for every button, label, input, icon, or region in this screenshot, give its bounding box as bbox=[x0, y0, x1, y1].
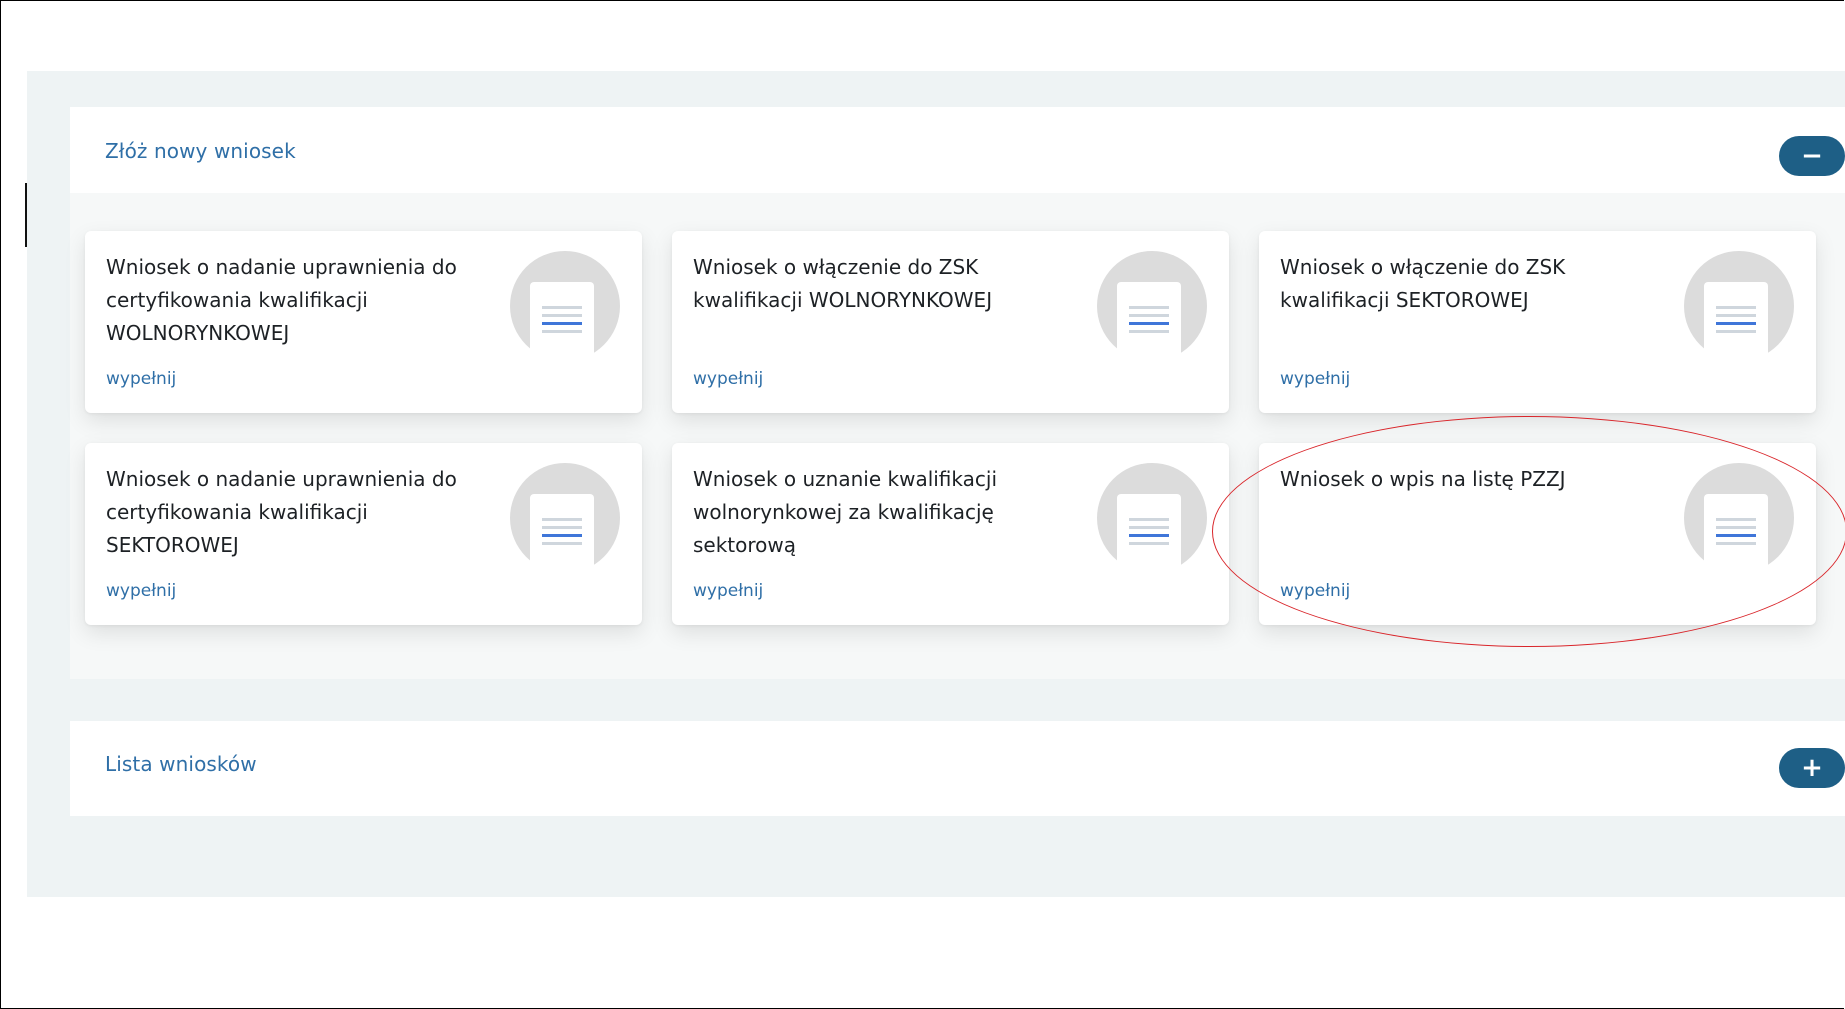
card-title: Wniosek o włączenie do ZSK kwalifikacji … bbox=[1280, 255, 1566, 312]
application-card[interactable]: Wniosek o nadanie uprawnienia do certyfi… bbox=[85, 231, 642, 413]
application-card[interactable]: Wniosek o włączenie do ZSK kwalifikacji … bbox=[672, 231, 1229, 413]
application-list-panel: Lista wniosków + bbox=[70, 721, 1845, 816]
new-application-panel-header: Złóż nowy wniosek − bbox=[70, 107, 1845, 193]
application-card[interactable]: Wniosek o nadanie uprawnienia do certyfi… bbox=[85, 443, 642, 625]
document-icon bbox=[1097, 251, 1207, 362]
card-title: Wniosek o uznanie kwalifikacji wolnorynk… bbox=[693, 467, 998, 557]
new-application-panel: Złóż nowy wniosek − Wniosek o nadanie up… bbox=[70, 107, 1845, 679]
document-icon bbox=[1684, 251, 1794, 362]
expand-button[interactable]: + bbox=[1779, 748, 1845, 788]
fill-link[interactable]: wypełnij bbox=[106, 369, 176, 389]
collapse-button[interactable]: − bbox=[1779, 136, 1845, 176]
application-card[interactable]: Wniosek o włączenie do ZSK kwalifikacji … bbox=[1259, 231, 1816, 413]
document-icon bbox=[1684, 463, 1794, 574]
document-icon bbox=[510, 463, 620, 574]
application-card[interactable]: Wniosek o wpis na listę PZZJ wypełnij bbox=[1259, 443, 1816, 625]
card-title: Wniosek o wpis na listę PZZJ bbox=[1280, 467, 1566, 491]
fill-link[interactable]: wypełnij bbox=[1280, 581, 1350, 601]
document-icon bbox=[510, 251, 620, 362]
application-card[interactable]: Wniosek o uznanie kwalifikacji wolnorynk… bbox=[672, 443, 1229, 625]
card-title: Wniosek o włączenie do ZSK kwalifikacji … bbox=[693, 255, 993, 312]
card-title: Wniosek o nadanie uprawnienia do certyfi… bbox=[106, 467, 457, 557]
fill-link[interactable]: wypełnij bbox=[1280, 369, 1350, 389]
fill-link[interactable]: wypełnij bbox=[106, 581, 176, 601]
panel-title-application-list[interactable]: Lista wniosków bbox=[105, 752, 257, 776]
panel-title-new-application[interactable]: Złóż nowy wniosek bbox=[105, 139, 296, 163]
card-title: Wniosek o nadanie uprawnienia do certyfi… bbox=[106, 255, 457, 345]
fill-link[interactable]: wypełnij bbox=[693, 581, 763, 601]
fill-link[interactable]: wypełnij bbox=[693, 369, 763, 389]
document-icon bbox=[1097, 463, 1207, 574]
content-area: Złóż nowy wniosek − Wniosek o nadanie up… bbox=[27, 71, 1845, 897]
